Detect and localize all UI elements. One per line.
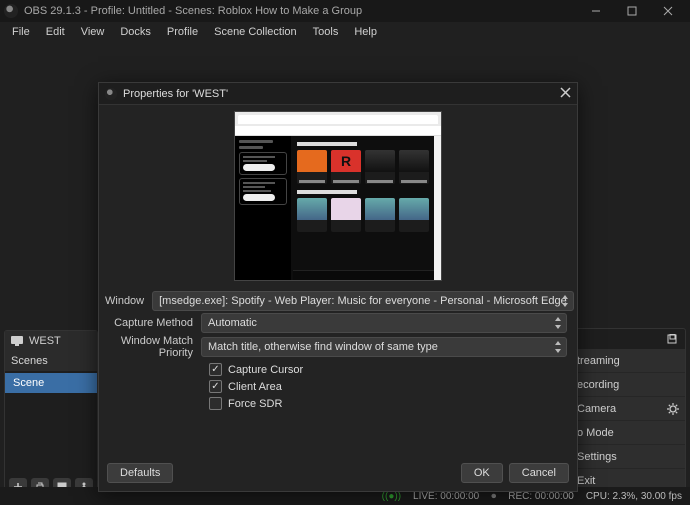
menu-view[interactable]: View [75,24,111,40]
gear-icon[interactable] [667,403,679,415]
record-icon: ⏺ [491,491,496,502]
controls-dock-button[interactable] [663,330,681,348]
menu-tools[interactable]: Tools [307,24,345,40]
dialog-titlebar: Properties for 'WEST' [99,83,577,105]
menu-file[interactable]: File [6,24,36,40]
menu-help[interactable]: Help [348,24,383,40]
obs-logo-icon [105,88,117,100]
window-minimize-button[interactable] [578,1,614,21]
select-capture-method[interactable]: Automatic [201,313,567,333]
window-titlebar: OBS 29.1.3 - Profile: Untitled - Scenes:… [0,0,690,22]
window-maximize-button[interactable] [614,1,650,21]
menu-profile[interactable]: Profile [161,24,204,40]
controls-panel: treaming ecording Camera o Mode Settings… [570,328,686,500]
select-match-priority[interactable]: Match title, otherwise find window of sa… [201,337,567,357]
dialog-close-button[interactable] [560,87,571,101]
scenes-header: Scenes [5,351,97,371]
monitor-icon [11,336,23,346]
capture-preview: R [234,111,442,281]
label-capture-method: Capture Method [105,317,201,329]
ok-button[interactable]: OK [461,463,503,483]
checkbox-force-sdr[interactable] [209,397,222,410]
source-item-west[interactable]: WEST [5,331,97,351]
properties-dialog: Properties for 'WEST' R [98,82,578,492]
checkbox-client-area-label: Client Area [228,381,282,393]
updown-icon [552,315,564,331]
window-title: OBS 29.1.3 - Profile: Untitled - Scenes:… [24,5,578,17]
status-rec: REC: 00:00:00 [508,491,574,502]
signal-icon: ((●)) [382,491,401,502]
cancel-button[interactable]: Cancel [509,463,569,483]
checkbox-client-area[interactable] [209,380,222,393]
menu-scene-collection[interactable]: Scene Collection [208,24,303,40]
select-window[interactable]: [msedge.exe]: Spotify - Web Player: Musi… [152,291,574,311]
checkbox-capture-cursor-label: Capture Cursor [228,364,303,376]
obs-logo-icon [4,4,18,18]
source-item-label: WEST [29,335,61,347]
scene-item[interactable]: Scene [5,373,97,393]
menubar: File Edit View Docks Profile Scene Colle… [0,22,690,42]
control-settings[interactable]: Settings [571,445,685,469]
control-streaming[interactable]: treaming [571,349,685,373]
preview-section-2 [297,190,357,194]
scenes-panel: WEST Scenes Scene [4,330,98,500]
select-capture-method-value: Automatic [208,317,257,329]
label-window: Window [105,295,152,307]
menu-docks[interactable]: Docks [114,24,157,40]
status-live: LIVE: 00:00:00 [413,491,479,502]
checkbox-force-sdr-label: Force SDR [228,398,282,410]
control-studio-mode[interactable]: o Mode [571,421,685,445]
label-match-priority: Window Match Priority [105,335,201,359]
select-window-value: [msedge.exe]: Spotify - Web Player: Musi… [159,295,567,307]
window-close-button[interactable] [650,1,686,21]
select-match-priority-value: Match title, otherwise find window of sa… [208,341,438,353]
updown-icon [559,293,571,309]
checkbox-capture-cursor[interactable] [209,363,222,376]
control-camera[interactable]: Camera [571,397,685,421]
control-recording[interactable]: ecording [571,373,685,397]
status-cpu: CPU: 2.3%, 30.00 fps [586,491,682,502]
preview-section-1 [297,142,357,146]
defaults-button[interactable]: Defaults [107,463,173,483]
updown-icon [552,339,564,355]
menu-edit[interactable]: Edit [40,24,71,40]
dialog-title: Properties for 'WEST' [123,88,560,100]
